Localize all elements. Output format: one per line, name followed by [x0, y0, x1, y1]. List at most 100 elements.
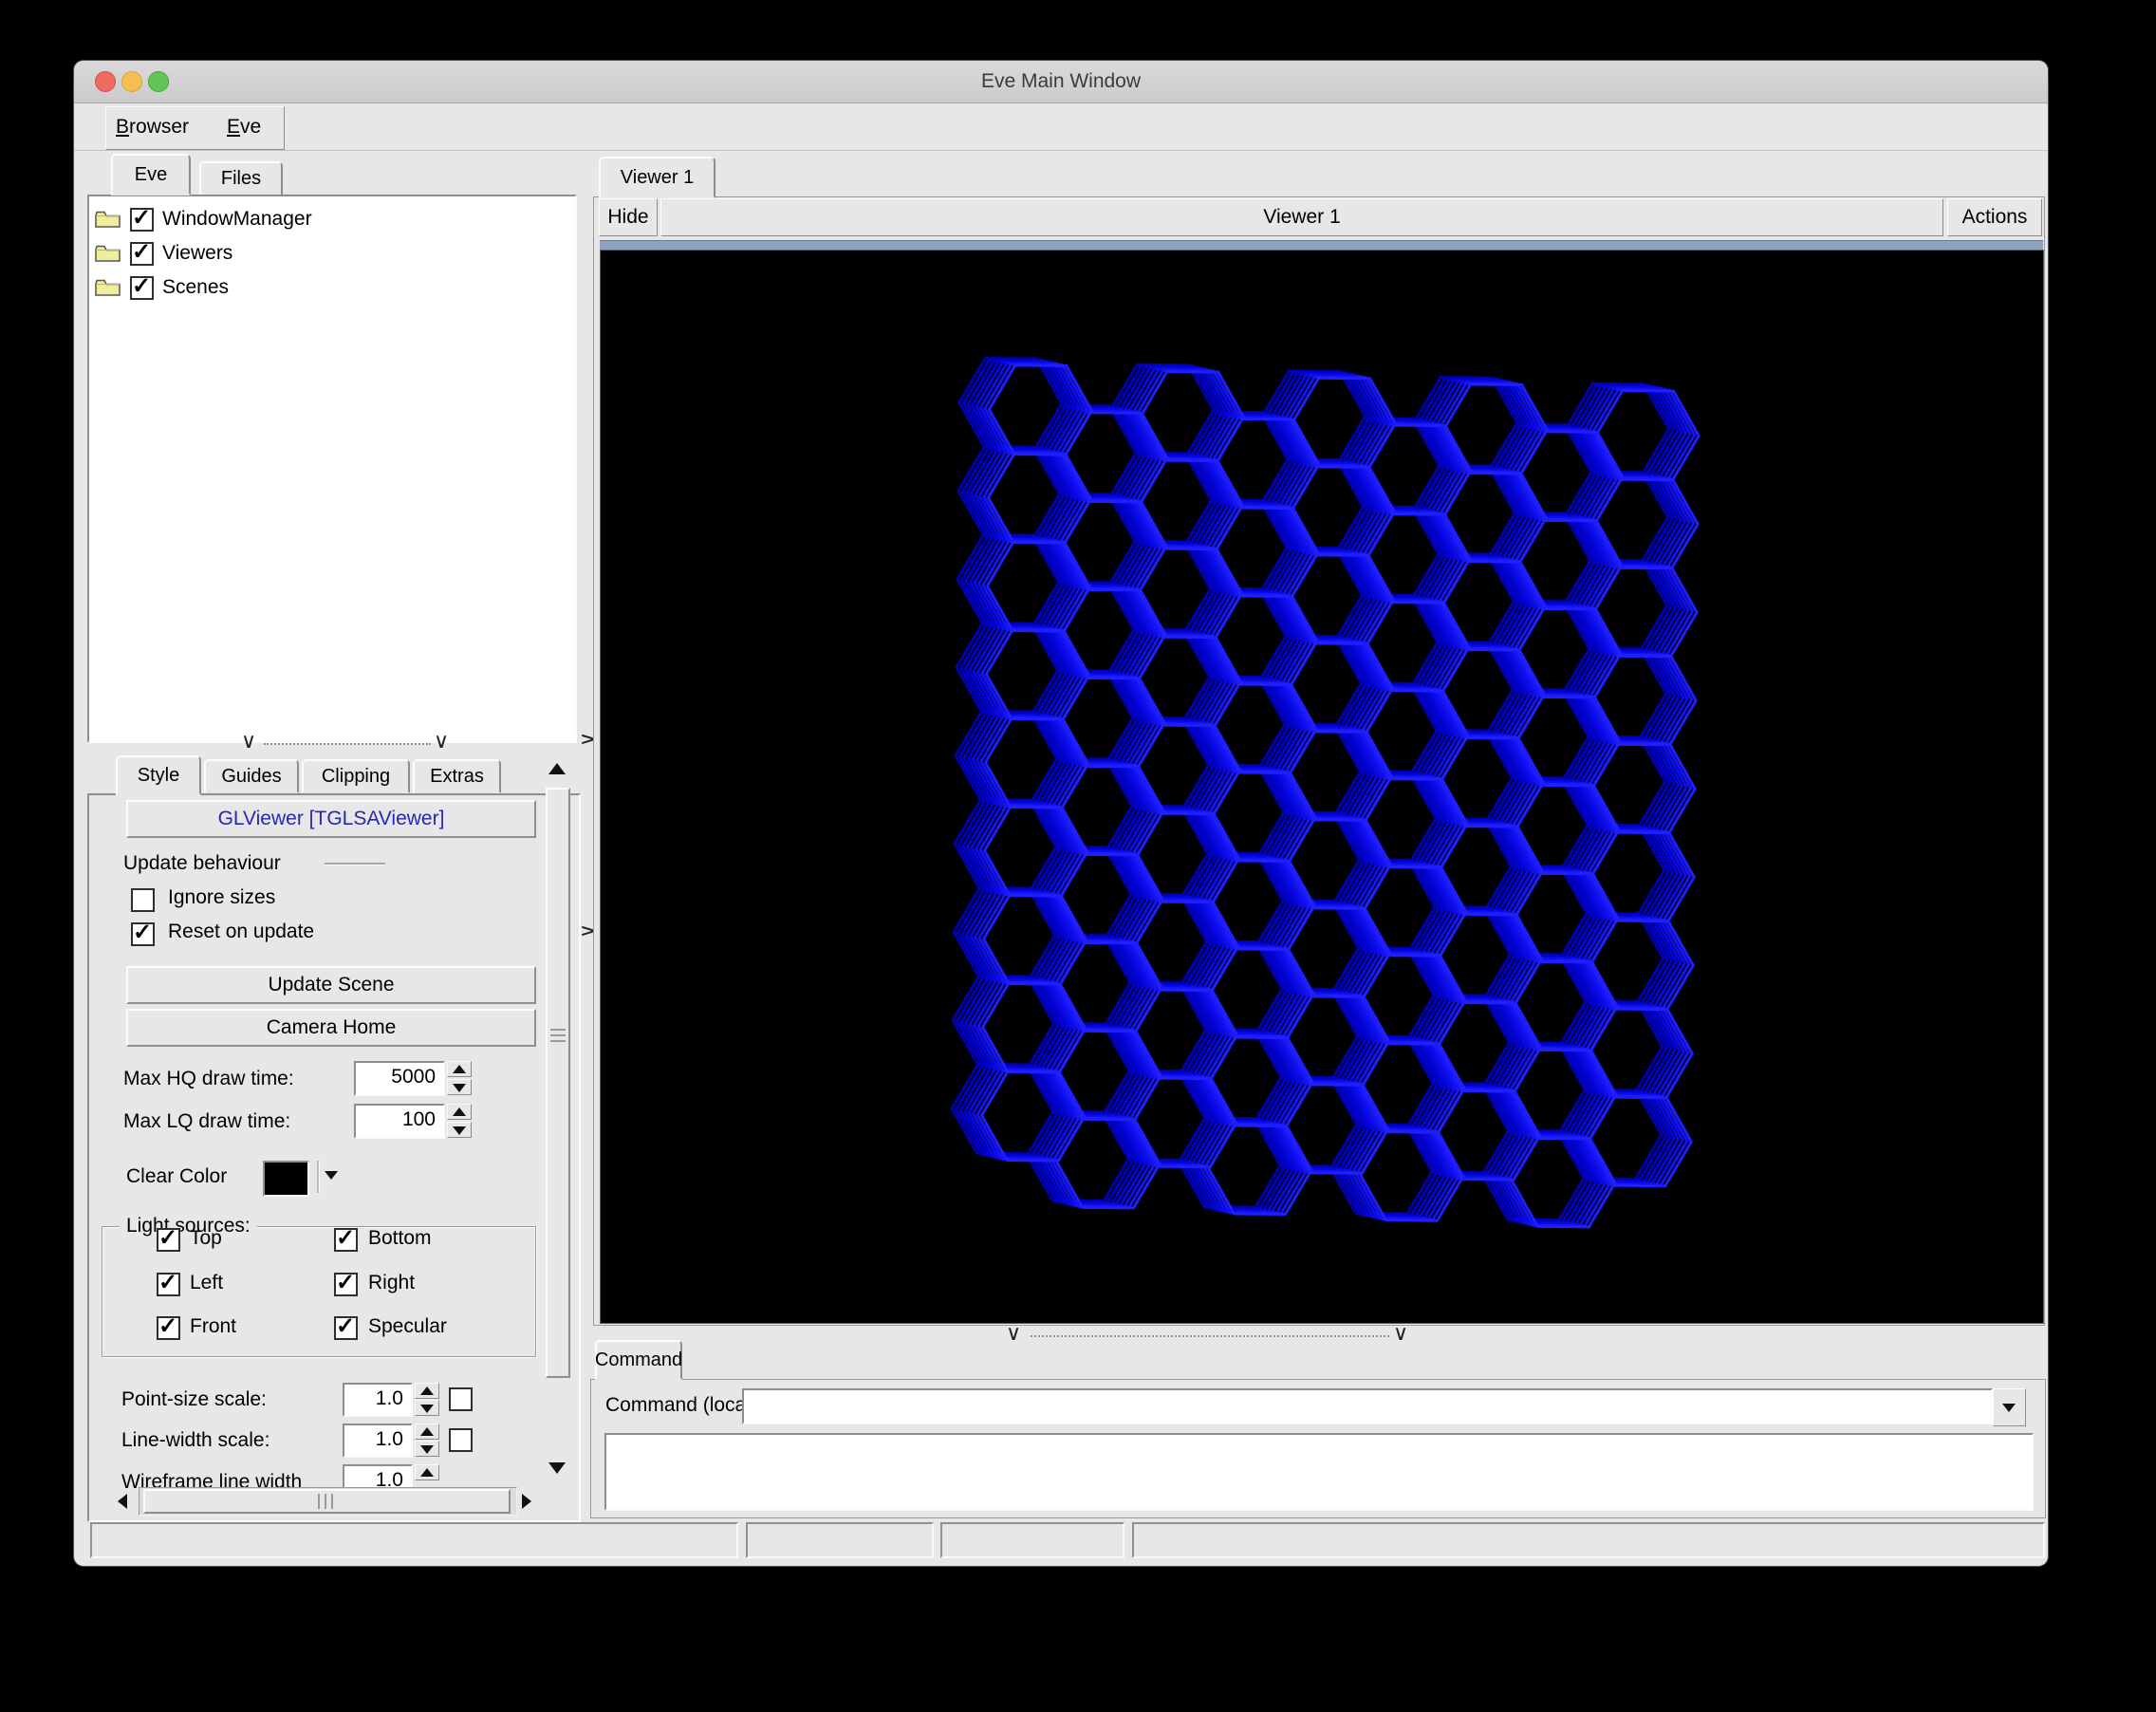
command-local-label: Command (local): [605, 1394, 763, 1416]
max-lq-label: Max LQ draw time: [123, 1110, 291, 1132]
menu-box: Browser Eve [105, 106, 285, 150]
folder-icon [95, 211, 121, 228]
spin-down-button[interactable] [447, 1122, 472, 1138]
tab-files[interactable]: Files [199, 161, 283, 196]
line-width-label: Line-width scale: [121, 1429, 270, 1451]
gl-viewport[interactable] [600, 250, 2044, 1324]
light-right-checkbox[interactable] [334, 1269, 358, 1296]
tree-checkbox[interactable] [130, 238, 154, 266]
light-specular-checkbox[interactable] [334, 1312, 358, 1340]
line-width-checkbox[interactable] [449, 1428, 473, 1452]
tree-item-windowmanager[interactable]: WindowManager [95, 202, 550, 236]
light-front-label: Front [190, 1315, 237, 1337]
splitter-dots[interactable] [1031, 1335, 1389, 1337]
command-dropdown-button[interactable] [1993, 1388, 2026, 1426]
light-top-checkbox[interactable] [157, 1224, 180, 1252]
light-bottom-checkbox[interactable] [334, 1224, 358, 1252]
scroll-down-icon[interactable] [548, 1462, 566, 1474]
spin-up-button[interactable] [447, 1104, 472, 1120]
light-bottom-label: Bottom [368, 1227, 432, 1249]
color-swatch[interactable] [263, 1161, 309, 1197]
arrow-down-icon [453, 1126, 466, 1135]
vscrollbar-thumb[interactable] [546, 788, 570, 1378]
light-left-checkbox[interactable] [157, 1269, 180, 1296]
update-behaviour-label: Update behaviour [123, 852, 281, 874]
spin-down-button[interactable] [415, 1441, 439, 1457]
dropdown-arrow-icon[interactable] [325, 1171, 338, 1180]
spin-up-button[interactable] [415, 1424, 439, 1440]
reset-on-update-label: Reset on update [168, 921, 315, 942]
dropdown-arrow-icon [2002, 1404, 2016, 1412]
command-input[interactable] [742, 1388, 1993, 1424]
scroll-right-icon[interactable] [522, 1494, 531, 1509]
max-hq-field[interactable]: 5000 [354, 1061, 445, 1096]
update-scene-button[interactable]: Update Scene [126, 966, 536, 1004]
tab-style[interactable]: Style [116, 755, 201, 795]
hide-button[interactable]: Hide [599, 198, 658, 236]
point-size-label: Point-size scale: [121, 1388, 267, 1410]
glviewer-button[interactable]: GLViewer [TGLSAViewer] [126, 800, 536, 838]
max-lq-field[interactable]: 100 [354, 1104, 445, 1139]
camera-home-button[interactable]: Camera Home [126, 1009, 536, 1047]
arrow-up-icon [420, 1468, 434, 1477]
tree-item-scenes[interactable]: Scenes [95, 270, 550, 305]
status-segment [746, 1522, 934, 1558]
actions-button[interactable]: Actions [1947, 198, 2042, 236]
chevron-down-icon[interactable]: ∨ [1393, 1323, 1408, 1344]
arrow-down-icon [420, 1445, 434, 1454]
ignore-sizes-checkbox[interactable] [131, 888, 155, 912]
line-width-field[interactable]: 1.0 [343, 1424, 413, 1458]
status-segment [90, 1522, 738, 1558]
viewer-title-bar[interactable]: Viewer 1 [660, 198, 1943, 236]
screen: Eve Main Window Browser Eve Eve Files Wi… [0, 0, 2156, 1712]
point-size-field[interactable]: 1.0 [343, 1383, 413, 1417]
max-hq-label: Max HQ draw time: [123, 1068, 294, 1089]
tree-checkbox[interactable] [130, 204, 154, 232]
ignore-sizes-label: Ignore sizes [168, 886, 276, 908]
scroll-left-icon[interactable] [118, 1494, 127, 1509]
chevron-down-icon[interactable]: ∨ [434, 731, 449, 752]
light-right-label: Right [368, 1272, 416, 1293]
window-title: Eve Main Window [980, 70, 1142, 92]
tree-checkbox[interactable] [130, 272, 154, 300]
spin-up-button[interactable] [415, 1464, 439, 1480]
command-history[interactable] [604, 1433, 2034, 1511]
tree-item-label: Viewers [162, 242, 233, 264]
menu-eve[interactable]: Eve [227, 107, 261, 147]
tree-item-viewers[interactable]: Viewers [95, 236, 550, 270]
arrow-up-icon [420, 1386, 434, 1395]
titlebar[interactable]: Eve Main Window [74, 61, 2048, 103]
tab-guides[interactable]: Guides [204, 759, 299, 793]
spin-up-button[interactable] [447, 1061, 472, 1077]
point-size-checkbox[interactable] [449, 1387, 473, 1411]
spin-down-button[interactable] [415, 1400, 439, 1416]
arrow-up-icon [420, 1427, 434, 1436]
honeycomb-structure [950, 357, 1701, 1229]
splitter-dots[interactable] [264, 743, 431, 745]
light-specular-label: Specular [368, 1315, 447, 1337]
folder-icon [95, 245, 121, 262]
tab-viewer-1[interactable]: Viewer 1 [599, 157, 716, 198]
menu-browser[interactable]: Browser [116, 107, 189, 147]
hscrollbar-thumb[interactable] [143, 1489, 511, 1514]
divider [325, 863, 385, 865]
tab-command[interactable]: Command [595, 1340, 682, 1380]
scroll-up-icon[interactable] [548, 763, 566, 774]
tab-eve[interactable]: Eve [111, 154, 191, 195]
spin-up-button[interactable] [415, 1383, 439, 1399]
tab-clipping[interactable]: Clipping [302, 759, 410, 793]
reset-on-update-checkbox[interactable] [131, 919, 155, 946]
tab-extras[interactable]: Extras [413, 759, 501, 793]
folder-icon [95, 279, 121, 296]
status-segment [940, 1522, 1124, 1558]
light-front-checkbox[interactable] [157, 1312, 180, 1340]
clear-color-label: Clear Color [126, 1165, 228, 1187]
spin-down-button[interactable] [447, 1079, 472, 1095]
chevron-down-icon[interactable]: ∨ [1006, 1323, 1021, 1344]
arrow-down-icon [420, 1405, 434, 1413]
chevron-down-icon[interactable]: ∨ [241, 731, 256, 752]
eve-tree: WindowManager Viewers Scenes [87, 195, 577, 743]
arrow-up-icon [453, 1065, 466, 1073]
light-top-label: Top [190, 1227, 222, 1249]
light-left-label: Left [190, 1272, 224, 1293]
